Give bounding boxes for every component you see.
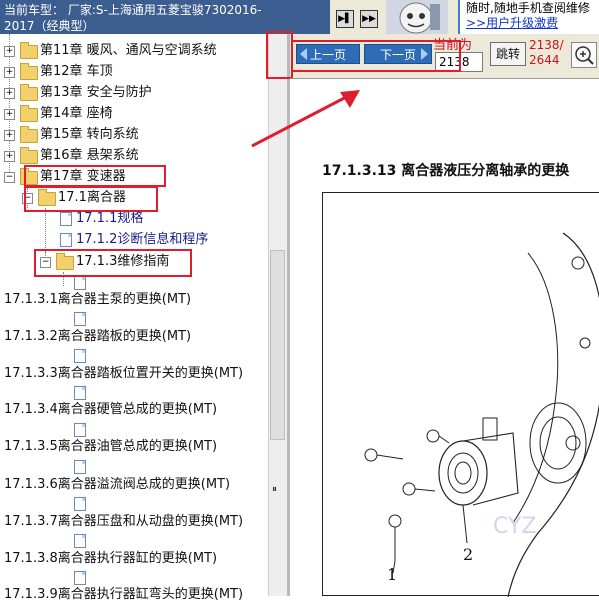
page-icon — [74, 423, 86, 437]
expand-icon[interactable]: + — [4, 46, 15, 57]
topic-label: 17.1.3.3离合器踏板位置开关的更换(MT) — [4, 366, 244, 381]
tree-topic-item[interactable]: 17.1.3.8离合器执行器缸的更换(MT) — [4, 549, 268, 569]
tree-item-chapter-12[interactable]: + 第12章 车顶 — [0, 62, 268, 82]
vehicle-value: 厂家:S-上海通用五菱宝骏7302016- — [67, 3, 262, 17]
tree-item-label: 17.1.1规格 — [76, 211, 144, 226]
mascot-logo — [386, 0, 448, 34]
clutch-bearing-drawing: CYZ — [364, 232, 599, 598]
folder-icon — [20, 105, 38, 122]
page-icon — [74, 312, 86, 326]
folder-icon — [20, 42, 38, 59]
highlight-box — [291, 40, 461, 72]
expand-icon[interactable]: + — [4, 151, 15, 162]
expand-icon[interactable]: + — [4, 67, 15, 78]
tree-topic-item[interactable]: 17.1.3.9离合器执行器缸弯头的更换(MT) — [4, 585, 268, 605]
page-icon — [74, 349, 86, 363]
upgrade-link[interactable]: >>用户升级激费 — [466, 16, 593, 31]
tree-item-17-1-2[interactable]: 17.1.2诊断信息和程序 — [0, 230, 268, 250]
highlight-box — [34, 249, 192, 277]
vehicle-info: 当前车型： 厂家:S-上海通用五菱宝骏7302016- 2017（经典型） — [0, 0, 330, 34]
topic-label: 17.1.3.2离合器踏板的更换(MT) — [4, 329, 192, 344]
folder-icon — [20, 126, 38, 143]
jump-button[interactable]: 跳转 — [490, 42, 526, 66]
page-count-total: 2644 — [529, 53, 560, 67]
expand-icon[interactable]: + — [4, 130, 15, 141]
page-icon — [60, 233, 72, 247]
scrollbar-thumb[interactable] — [270, 250, 285, 440]
folder-icon — [20, 63, 38, 80]
page-count: 2138/ 2644 — [529, 38, 564, 68]
highlight-box — [24, 186, 158, 212]
collapse-icon[interactable]: − — [4, 172, 15, 183]
vehicle-label: 当前车型： — [4, 3, 65, 17]
folder-icon — [20, 84, 38, 101]
topic-label: 17.1.3.5离合器油管总成的更换(MT) — [4, 439, 218, 454]
promo-banner[interactable]: 随时,随地手机查阅维修 >>用户升级激费 — [458, 0, 599, 34]
callout-1: 1 — [387, 565, 398, 584]
tree-item-chapter-11[interactable]: + 第11章 暖风、通风与空调系统 — [0, 41, 268, 61]
tree-item-chapter-16[interactable]: + 第16章 悬架系统 — [0, 146, 268, 166]
tree-topic-item[interactable]: 17.1.3.2离合器踏板的更换(MT) — [4, 327, 268, 347]
page-icon — [74, 571, 86, 585]
page-icon — [74, 386, 86, 400]
tree-item-label: 第14章 座椅 — [40, 106, 113, 121]
vehicle-value-line2: 2017（经典型） — [4, 19, 95, 33]
highlight-box — [266, 31, 293, 79]
fast-forward-icon[interactable]: ▶▶ — [360, 10, 378, 28]
zoom-in-icon[interactable] — [571, 42, 597, 68]
page-icon — [74, 276, 86, 290]
tree-topic-item[interactable]: 17.1.3.6离合器溢流阀总成的更换(MT) — [4, 475, 268, 495]
splitter-grip-icon[interactable]: ⏸ — [272, 484, 277, 495]
tree-item-label: 第15章 转向系统 — [40, 127, 139, 142]
tree-topic-item[interactable]: 17.1.3.1离合器主泵的更换(MT) — [4, 290, 268, 310]
topic-label: 17.1.3.6离合器溢流阀总成的更换(MT) — [4, 477, 231, 492]
tree-item-chapter-15[interactable]: + 第15章 转向系统 — [0, 125, 268, 145]
tree-item-17-1-1[interactable]: 17.1.1规格 — [0, 209, 268, 229]
tree-item-label: 第12章 车顶 — [40, 64, 113, 79]
annotation-arrow-icon — [251, 90, 360, 148]
watermark-text: CYZ — [493, 514, 536, 539]
topic-label: 17.1.3.1离合器主泵的更换(MT) — [4, 292, 192, 307]
tree-item-label: 第13章 安全与防护 — [40, 85, 152, 100]
promo-text: 随时,随地手机查阅维修 — [466, 1, 590, 15]
tree-item-chapter-13[interactable]: + 第13章 安全与防护 — [0, 83, 268, 103]
tree-item-label: 第16章 悬架系统 — [40, 148, 139, 163]
document-title: 17.1.3.13 离合器液压分离轴承的更换 — [322, 163, 570, 179]
topic-label: 17.1.3.4离合器硬管总成的更换(MT) — [4, 402, 218, 417]
topic-label: 17.1.3.7离合器压盘和从动盘的更换(MT) — [4, 514, 244, 529]
topic-label: 17.1.3.8离合器执行器缸的更换(MT) — [4, 551, 218, 566]
tree-topic-item[interactable]: 17.1.3.5离合器油管总成的更换(MT) — [4, 437, 268, 457]
folder-icon — [20, 147, 38, 164]
highlight-box — [24, 165, 166, 187]
expand-icon[interactable]: + — [4, 88, 15, 99]
page-count-current: 2138/ — [529, 38, 564, 52]
exploded-diagram: CYZ 1 2 — [322, 192, 599, 598]
topic-label: 17.1.3.9离合器执行器缸弯头的更换(MT) — [4, 587, 244, 602]
callout-2: 2 — [463, 545, 474, 564]
page-icon — [74, 534, 86, 548]
play-icon[interactable]: ▶▌ — [336, 10, 354, 28]
tree-topic-item[interactable]: 17.1.3.3离合器踏板位置开关的更换(MT) — [4, 364, 268, 384]
page-icon — [60, 212, 72, 226]
tree-topic-item[interactable]: 17.1.3.7离合器压盘和从动盘的更换(MT) — [4, 512, 268, 532]
tree-item-label: 第11章 暖风、通风与空调系统 — [40, 43, 217, 58]
tree-item-chapter-14[interactable]: + 第14章 座椅 — [0, 104, 268, 124]
page-icon — [74, 460, 86, 474]
page-icon — [74, 497, 86, 511]
tree-item-label: 17.1.2诊断信息和程序 — [76, 232, 209, 247]
tree-topic-item[interactable]: 17.1.3.4离合器硬管总成的更换(MT) — [4, 400, 268, 420]
expand-icon[interactable]: + — [4, 109, 15, 120]
